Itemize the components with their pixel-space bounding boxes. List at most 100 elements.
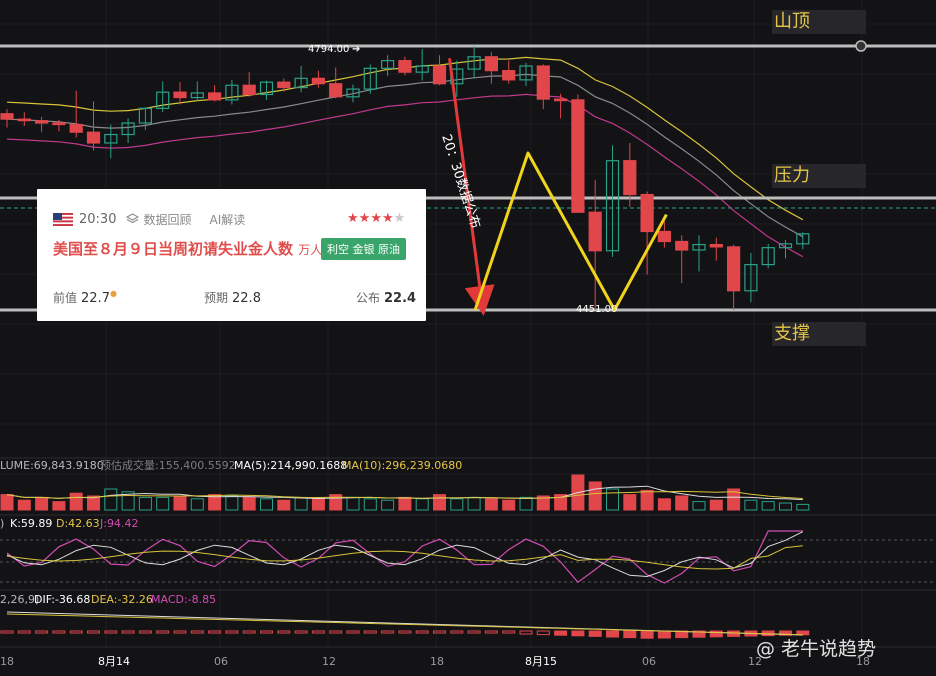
macd-bar [242, 630, 256, 634]
volume-bar [692, 501, 706, 511]
volume-bar [0, 494, 14, 511]
candle [588, 211, 602, 252]
volume-ma10-label: MA(10):296,239.0680 [342, 459, 462, 472]
kdj-d-label: D:42.63 [56, 517, 100, 530]
macd-bar [519, 630, 533, 635]
volume-bar [294, 496, 308, 511]
event-time: 20:30 [79, 211, 117, 227]
candle [86, 131, 101, 144]
peak-level-handle [855, 40, 867, 52]
macd-bar [363, 630, 377, 634]
kdj-prefix: ) [0, 517, 4, 530]
volume-bar [709, 499, 723, 511]
candle [17, 118, 31, 122]
macd-bar [433, 630, 446, 634]
event-header: 20:30 数据回顾 AI解读 [53, 211, 245, 227]
macd-bar [138, 630, 152, 634]
macd-dea-label: DEA:-32.26 [91, 593, 153, 606]
volume-bar [519, 496, 533, 511]
chart-texts: 4794.00 ➔ 4451.00 20：30数据公布 LUME:69,843.… [0, 44, 870, 668]
volume-bar [606, 488, 619, 511]
data-replay-label: 数据回顾 [143, 212, 192, 227]
volume-bar [779, 502, 792, 511]
volume-bar [623, 494, 637, 511]
x-tick-5: 18 [430, 655, 444, 668]
candle [675, 240, 689, 251]
macd-bar [640, 630, 654, 639]
forecast-value: 预期 22.8 [204, 291, 261, 306]
macd-bar [294, 630, 308, 634]
volume-bar [484, 498, 498, 511]
macd-bar [588, 630, 602, 637]
volume-bar [502, 499, 516, 511]
candle [709, 243, 723, 248]
macd-bar [104, 630, 118, 634]
x-tick-1: 18 [0, 655, 14, 668]
volume-bar [450, 498, 464, 511]
candle [623, 160, 637, 196]
impact-tag: 利空 金银 原油 [321, 238, 406, 260]
macd-bar [415, 630, 429, 634]
volume-ma5-label: MA(5):214,990.1688 [234, 459, 347, 472]
event-unit: 万人 [298, 243, 323, 257]
volume-bar [260, 498, 273, 511]
macd-bar [121, 630, 135, 634]
volume-bar [156, 496, 170, 511]
macd-bar [87, 630, 100, 634]
candle [0, 113, 14, 120]
candle [502, 70, 516, 81]
kdj-j-label: J:94.42 [99, 517, 138, 530]
ai-analysis-link[interactable]: AI解读 [209, 211, 245, 228]
candle [484, 56, 498, 72]
volume-bar [17, 499, 31, 511]
macd-bar [536, 630, 550, 636]
importance-stars: ★★★★★ [347, 211, 405, 226]
macd-bar [657, 630, 671, 639]
candle [432, 65, 447, 85]
volume-bar [744, 499, 758, 511]
macd-bar [52, 630, 66, 634]
star-icon: ★ [381, 211, 394, 226]
volume-bar [363, 498, 377, 511]
star-icon: ★ [370, 211, 382, 226]
macd-bar [623, 630, 637, 639]
watermark-text: @ 老牛说趋势 [756, 638, 877, 660]
event-title-text: 美国至８月９日当周初请失业金人数 [53, 240, 294, 258]
event-title: 美国至８月９日当周初请失业金人数 万人 [53, 240, 323, 260]
macd-bar [35, 630, 49, 634]
macd-bar [709, 630, 723, 638]
macd-bar [571, 630, 585, 637]
star-icon: ★ [358, 211, 371, 226]
macd-bar [502, 630, 516, 634]
volume-bar [35, 496, 49, 511]
macd-bar [17, 630, 31, 634]
support-zone-label: 支撑 [772, 322, 866, 346]
volume-bar [640, 489, 654, 511]
previous-number: 22.7 [81, 291, 110, 306]
actual-number: 22.4 [384, 291, 417, 306]
candle [553, 98, 568, 102]
volume-pane [0, 474, 810, 511]
volume-bar [225, 495, 239, 511]
economic-event-card[interactable]: 20:30 数据回顾 AI解读 ★★★★★ 美国至８月９日当周初请失业金人数 万… [37, 189, 426, 321]
volume-label: LUME:69,843.9180 [0, 459, 104, 472]
candle [34, 120, 49, 124]
kdj-k-label: K:59.89 [10, 517, 52, 530]
volume-bar [588, 481, 602, 511]
layers-icon [126, 213, 140, 224]
volume-bar [277, 499, 291, 511]
x-tick-7: 06 [642, 655, 656, 668]
resistance-zone-label: 压力 [772, 164, 866, 188]
macd-bar [190, 630, 204, 634]
candle [398, 60, 412, 73]
kdj-j-line [6, 530, 803, 584]
volume-bar [675, 495, 689, 511]
star-icon: ★ [347, 211, 359, 226]
candle [329, 83, 343, 98]
macd-bar [156, 630, 170, 634]
zigzag-line [473, 151, 668, 312]
data-replay-link[interactable]: 数据回顾 [126, 211, 191, 228]
volume-bar [761, 501, 775, 511]
candle [640, 193, 654, 233]
star-empty-icon: ★ [393, 211, 406, 226]
